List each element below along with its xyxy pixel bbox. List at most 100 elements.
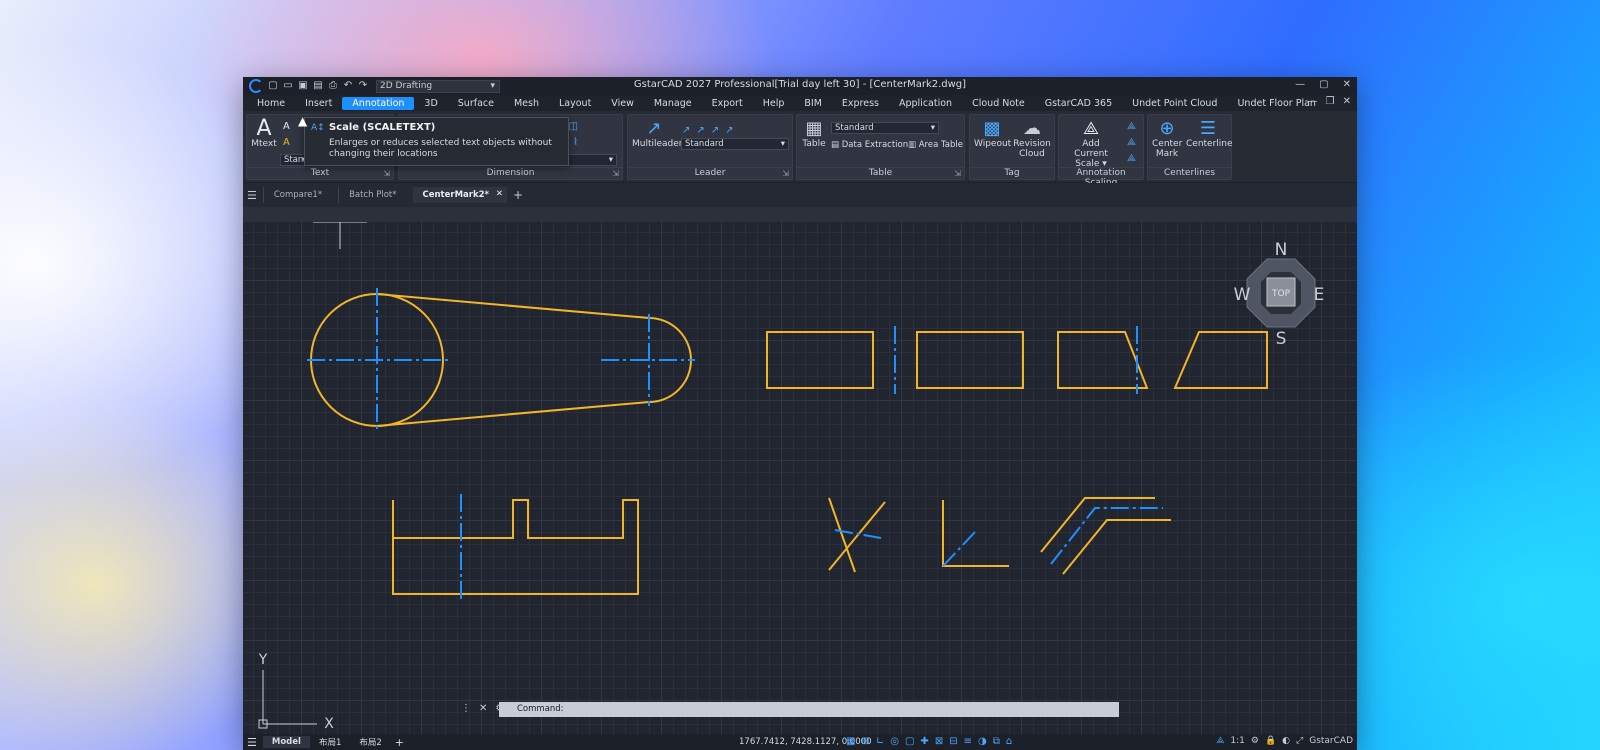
close-icon[interactable]: ✕	[1343, 79, 1351, 90]
tab-layout[interactable]: Layout	[549, 97, 601, 110]
title-bar: ▢ ▭ ▣ ▤ ⎙ ↶ ↷ 2D Drafting GstarCAD 2027 …	[243, 77, 1357, 95]
revision-cloud-icon: ☁	[1023, 118, 1041, 139]
tab-cloud-note[interactable]: Cloud Note	[962, 97, 1035, 110]
add-layout-icon[interactable]: +	[395, 736, 404, 749]
app-window: ▢ ▭ ▣ ▤ ⎙ ↶ ↷ 2D Drafting GstarCAD 2027 …	[243, 77, 1357, 750]
tab-bim[interactable]: BIM	[794, 97, 832, 110]
otrack-toggle-icon[interactable]: ✚	[920, 736, 928, 747]
print-icon[interactable]: ⎙	[328, 81, 338, 91]
open-icon[interactable]: ▭	[283, 81, 293, 91]
tab-layout2[interactable]: 布局2	[350, 735, 390, 749]
command-line[interactable]: Command:	[499, 702, 1119, 717]
selection-cycle-icon[interactable]: ⧉	[993, 736, 1000, 747]
doc-restore-icon[interactable]: ❐	[1326, 96, 1335, 107]
centerline-button[interactable]: ☰ Centerline	[1186, 118, 1233, 150]
mtext-button[interactable]: A Mtext	[251, 118, 277, 150]
annotation-scale-icon[interactable]: ⟁	[1216, 736, 1224, 746]
tab-view[interactable]: View	[601, 97, 644, 110]
tab-gstarcad-365[interactable]: GstarCAD 365	[1035, 97, 1122, 110]
table-icon: ▦	[805, 118, 823, 139]
revision-cloud-button[interactable]: ☁ Revision Cloud	[1012, 118, 1052, 160]
save-as-icon[interactable]: ▤	[313, 81, 323, 91]
doc-tab-centermark2[interactable]: CenterMark2* ✕	[412, 187, 507, 203]
lock-icon[interactable]: 🔒	[1265, 736, 1276, 746]
leader-panel-launcher-icon[interactable]: ⇲	[782, 169, 789, 178]
tab-surface[interactable]: Surface	[448, 97, 504, 110]
table-style-select[interactable]: Standard	[831, 122, 939, 134]
ducs-toggle-icon[interactable]: ⊠	[935, 736, 943, 747]
close-tab-icon[interactable]: ✕	[496, 189, 503, 199]
tab-menu-icon[interactable]: ☰	[247, 189, 257, 202]
viewcube-e-label: E	[1314, 285, 1325, 305]
doc-tab-batch-plot[interactable]: Batch Plot*	[338, 187, 406, 203]
lineweight-toggle-icon[interactable]: ≡	[964, 736, 972, 747]
doc-tab-compare1[interactable]: Compare1*	[262, 187, 332, 203]
centerline-icon: ☰	[1199, 118, 1217, 139]
scale-readout[interactable]: 1:1	[1230, 736, 1244, 746]
doc-close-icon[interactable]: ✕	[1343, 96, 1351, 107]
table-button[interactable]: ▦ Table	[801, 118, 827, 150]
transparency-toggle-icon[interactable]: ◑	[978, 736, 987, 747]
polar-toggle-icon[interactable]: ◎	[890, 736, 899, 747]
table-panel-launcher-icon[interactable]: ⇲	[954, 169, 961, 178]
grid-toggle-icon[interactable]: ▦	[846, 736, 855, 747]
tab-export[interactable]: Export	[702, 97, 753, 110]
tab-home[interactable]: Home	[247, 97, 295, 110]
dimension-panel-launcher-icon[interactable]: ⇲	[612, 169, 619, 178]
osnap-toggle-icon[interactable]: ▢	[905, 736, 914, 747]
undo-icon[interactable]: ↶	[343, 81, 353, 91]
scale-tools-icons[interactable]: ⟁ ⟁ ⟁	[1127, 119, 1136, 167]
command-grip-icon[interactable]: ⋮	[461, 703, 471, 714]
fullscreen-icon[interactable]: ⤢	[1296, 736, 1303, 746]
tab-mesh[interactable]: Mesh	[504, 97, 549, 110]
dyn-toggle-icon[interactable]: ⊟	[949, 736, 957, 747]
command-close-icon[interactable]: ✕	[479, 703, 487, 714]
new-icon[interactable]: ▢	[268, 81, 278, 91]
tab-layout1[interactable]: 布局1	[310, 735, 350, 749]
dimension-break-icon[interactable]: ⌇	[573, 137, 578, 148]
tab-3d[interactable]: 3D	[414, 97, 447, 110]
panel-tag: ▩ Wipeout ☁ Revision Cloud Tag	[969, 114, 1055, 180]
tab-application[interactable]: Application	[889, 97, 962, 110]
panel-tag-label: Tag	[970, 167, 1054, 178]
tab-undet-point-cloud[interactable]: Undet Point Cloud	[1122, 97, 1227, 110]
drawing-canvas[interactable]: Y X TOP N S E W	[243, 222, 1357, 734]
wipeout-button[interactable]: ▩ Wipeout	[974, 119, 1011, 150]
add-current-scale-button[interactable]: ⟁ Add Current Scale ▾	[1061, 119, 1121, 170]
document-controls: — ❐ ✕	[1308, 96, 1351, 107]
app-logo-icon[interactable]	[249, 79, 263, 93]
tab-insert[interactable]: Insert	[295, 97, 342, 110]
minimize-icon[interactable]: —	[1295, 79, 1305, 90]
tab-express[interactable]: Express	[832, 97, 889, 110]
tab-help[interactable]: Help	[753, 97, 795, 110]
workspace-icon[interactable]: ⚙	[1251, 736, 1259, 746]
save-icon[interactable]: ▣	[298, 81, 308, 91]
area-table-button[interactable]: ▥ Area Table	[908, 140, 963, 150]
text-panel-launcher-icon[interactable]: ⇲	[383, 169, 390, 178]
text-edit-icon[interactable]: A	[283, 137, 290, 148]
ortho-toggle-icon[interactable]: ∟	[876, 736, 884, 747]
multileader-button[interactable]: ↗ Multileader	[632, 119, 683, 150]
isolate-icon[interactable]: ◐	[1282, 736, 1290, 746]
snap-toggle-icon[interactable]: ⊞	[861, 736, 869, 747]
current-scale-label: Current Scale ▾	[1074, 149, 1108, 169]
layout-menu-icon[interactable]: ☰	[247, 736, 257, 749]
annotation-monitor-icon[interactable]: ⌂	[1006, 736, 1012, 747]
center-mark-button[interactable]: ⊕ Center Mark	[1152, 119, 1182, 160]
centerline-angle	[942, 531, 976, 567]
tab-annotation[interactable]: Annotation	[342, 96, 415, 110]
quick-access-toolbar: ▢ ▭ ▣ ▤ ⎙ ↶ ↷	[249, 79, 368, 93]
new-tab-icon[interactable]: +	[513, 188, 523, 202]
tab-manage[interactable]: Manage	[644, 97, 702, 110]
maximize-icon[interactable]: ▢	[1319, 79, 1328, 90]
doc-minimize-icon[interactable]: —	[1308, 96, 1318, 107]
panel-annotation-scaling-label: Annotation Scaling	[1059, 167, 1143, 188]
data-extraction-button[interactable]: ▤ Data Extraction	[831, 140, 908, 150]
dimension-tool-icon[interactable]: ◫	[569, 121, 578, 132]
leader-tools-icons[interactable]: ↗↗↗↗	[682, 125, 740, 136]
leader-style-select[interactable]: Standard	[681, 138, 789, 150]
redo-icon[interactable]: ↷	[358, 81, 368, 91]
workspace-select[interactable]: 2D Drafting	[376, 79, 500, 93]
single-text-icon[interactable]: A	[283, 121, 290, 132]
tab-model[interactable]: Model	[262, 736, 310, 748]
